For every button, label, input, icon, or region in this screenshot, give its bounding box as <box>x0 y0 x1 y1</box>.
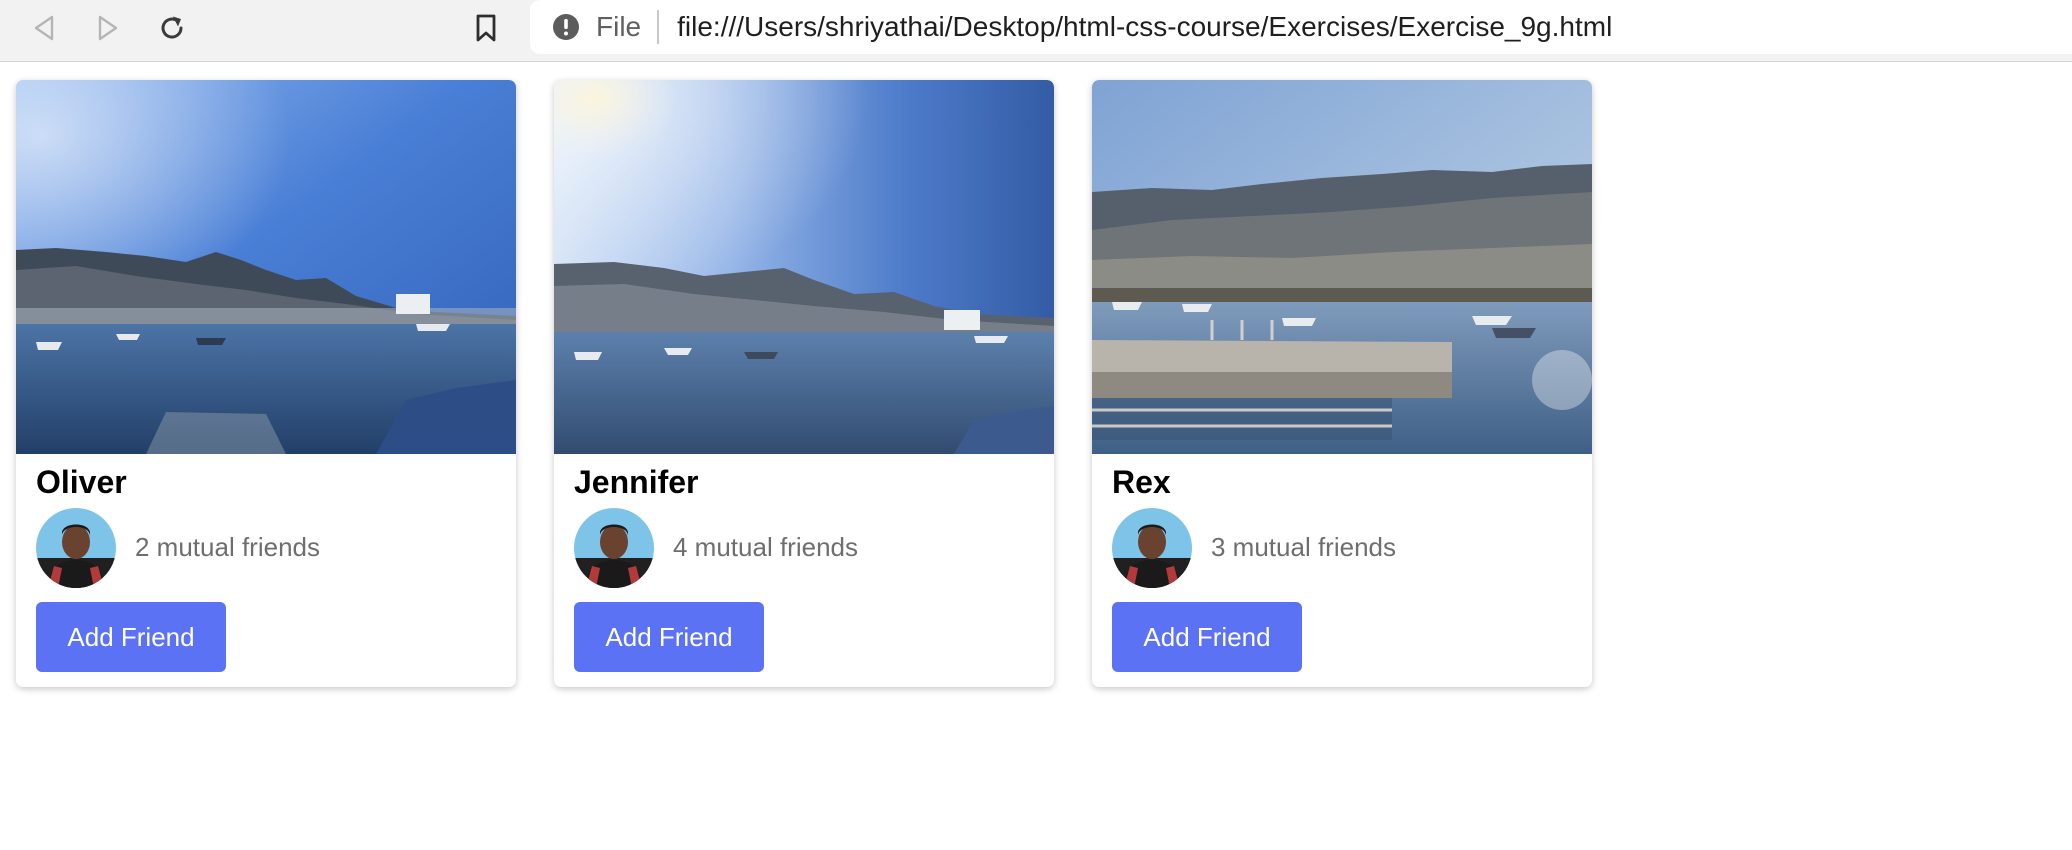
avatar <box>574 508 654 588</box>
forward-icon <box>98 15 118 41</box>
bookmark-button[interactable] <box>466 8 506 48</box>
avatar <box>1112 508 1192 588</box>
cover-photo <box>16 80 516 454</box>
friend-name: Jennifer <box>574 464 699 500</box>
add-friend-button[interactable]: Add Friend <box>36 602 226 672</box>
avatar <box>36 508 116 588</box>
cover-photo <box>554 80 1054 454</box>
friend-card: Jennifer 4 mutual friends Add Friend <box>554 80 1054 687</box>
reload-icon <box>161 16 183 39</box>
friend-name: Oliver <box>36 464 127 500</box>
friend-name: Rex <box>1112 464 1171 500</box>
url-text[interactable]: file:///Users/shriyathai/Desktop/html-cs… <box>677 11 1612 43</box>
address-bar[interactable]: File file:///Users/shriyathai/Desktop/ht… <box>530 0 2072 54</box>
bookmark-icon <box>476 14 496 42</box>
add-friend-button[interactable]: Add Friend <box>574 602 764 672</box>
back-button[interactable] <box>24 8 64 48</box>
reload-button[interactable] <box>152 8 192 48</box>
info-icon[interactable] <box>552 13 580 41</box>
friend-card: Oliver 2 mutual friends Add Friend <box>16 80 516 687</box>
back-icon <box>34 15 54 41</box>
forward-button[interactable] <box>88 8 128 48</box>
mutual-friends-count: 2 mutual friends <box>135 532 320 562</box>
url-divider <box>657 10 660 44</box>
friend-card: Rex 3 mutual friends Add Friend <box>1092 80 1592 687</box>
browser-toolbar: File file:///Users/shriyathai/Desktop/ht… <box>0 0 2072 62</box>
mutual-friends-count: 4 mutual friends <box>673 532 858 562</box>
url-scheme-label: File <box>596 11 642 42</box>
add-friend-button[interactable]: Add Friend <box>1112 602 1302 672</box>
mutual-friends-count: 3 mutual friends <box>1211 532 1396 562</box>
cover-photo <box>1092 80 1592 454</box>
